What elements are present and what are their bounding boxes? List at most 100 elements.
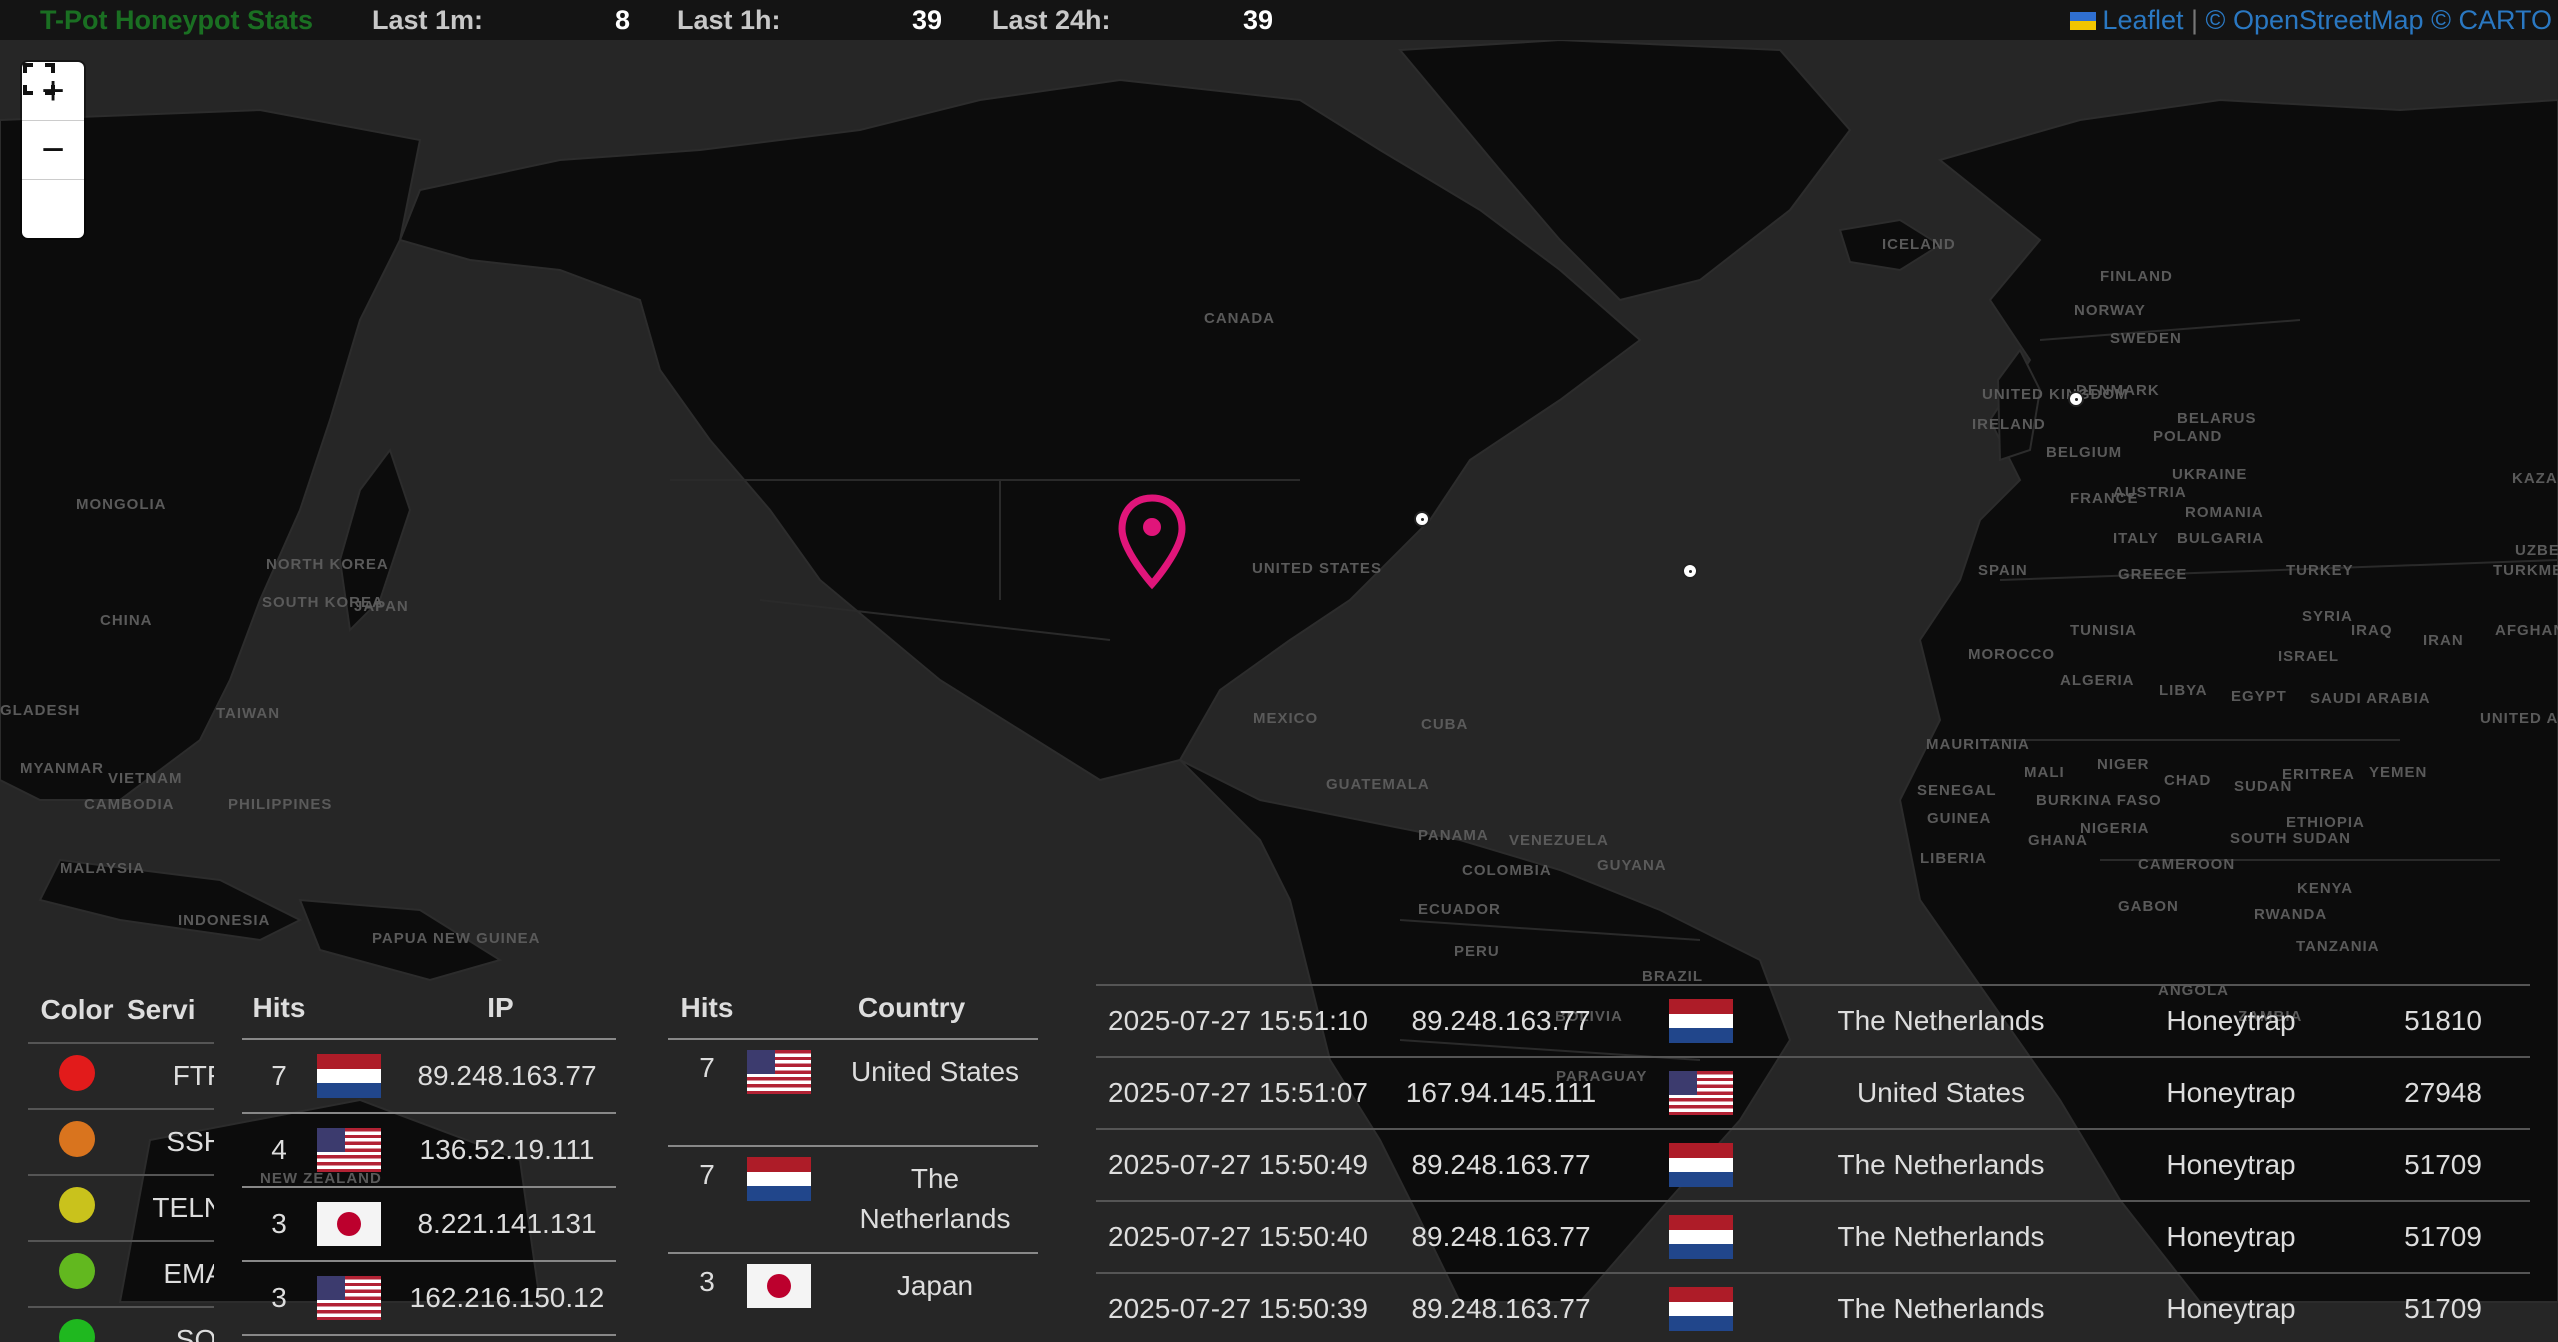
legend-color-header: Color bbox=[28, 978, 126, 1044]
map-place-label: CAMBODIA bbox=[84, 796, 175, 813]
legend-service-header: Servi bbox=[126, 978, 214, 1044]
feed-row[interactable]: 2025-07-27 15:50:39 89.248.163.77 The Neth… bbox=[1096, 1273, 2530, 1342]
top-ip-row[interactable]: 4 136.52.19.111 bbox=[242, 1113, 616, 1188]
netherlands-flag-icon bbox=[317, 1054, 381, 1098]
top-country-row[interactable]: 3 Japan bbox=[668, 1253, 1038, 1342]
top-country-row[interactable]: 7 The Netherlands bbox=[668, 1146, 1038, 1254]
fullscreen-button[interactable] bbox=[22, 63, 84, 238]
service-color-dot bbox=[59, 1120, 95, 1157]
top-ip-row[interactable]: 7 89.248.163.77 bbox=[242, 1039, 616, 1114]
usa-flag-icon bbox=[1669, 1071, 1733, 1115]
last-1m-value: 8 bbox=[614, 5, 630, 35]
top-country-row[interactable]: 7 United States bbox=[668, 1039, 1038, 1147]
usa-flag-icon bbox=[317, 1128, 381, 1172]
top-ip-row[interactable]: 3 8.221.141.131 bbox=[242, 1187, 616, 1262]
netherlands-flag-icon bbox=[1669, 1143, 1733, 1187]
country-name: Japan bbox=[832, 1253, 1038, 1342]
app-title: T-Pot Honeypot Stats bbox=[40, 5, 314, 35]
osm-link[interactable]: © OpenStreetMap bbox=[2206, 5, 2424, 35]
last-1h-value: 39 bbox=[911, 5, 942, 35]
country-name: United States bbox=[832, 1039, 1038, 1147]
live-attack-feed: 2025-07-27 15:51:10 89.248.163.77 The Neth… bbox=[1096, 984, 2530, 1342]
ip-hits: 4 bbox=[242, 1113, 316, 1188]
last-1h-label: Last 1h: bbox=[677, 5, 781, 35]
top-ips-panel: Hits IP 7 89.248.163.77 4 136.52.19.111 3 8.2… bbox=[242, 978, 616, 1342]
feed-port: 51709 bbox=[2356, 1273, 2530, 1342]
attack-origin-dot[interactable] bbox=[1414, 511, 1430, 527]
leaflet-link[interactable]: Leaflet bbox=[2102, 5, 2183, 35]
map-place-label: GREECE bbox=[2118, 566, 2188, 583]
feed-row[interactable]: 2025-07-27 15:50:40 89.248.163.77 The Neth… bbox=[1096, 1201, 2530, 1274]
stats-bar: T-Pot Honeypot Stats Last 1m: 8 Last 1h:… bbox=[0, 0, 2558, 40]
map-place-label: SPAIN bbox=[1978, 562, 2028, 579]
feed-timestamp: 2025-07-27 15:50:49 bbox=[1096, 1129, 1376, 1202]
map-place-label: SYRIA bbox=[2302, 608, 2353, 625]
country-hits: 7 bbox=[668, 1146, 746, 1254]
netherlands-flag-icon bbox=[1669, 1287, 1733, 1331]
map-place-label: SENEGAL bbox=[1917, 782, 1997, 799]
map-place-label: UKRAINE bbox=[2172, 466, 2248, 483]
map-place-label: BELGIUM bbox=[2046, 444, 2123, 461]
netherlands-flag-icon bbox=[1669, 1215, 1733, 1259]
fullscreen-icon bbox=[23, 63, 55, 95]
japan-flag-icon bbox=[317, 1202, 381, 1246]
honeypot-location-marker-icon[interactable] bbox=[1117, 494, 1187, 590]
map-place-label: MAURITANIA bbox=[1926, 736, 2030, 753]
map-place-label: INDONESIA bbox=[178, 912, 271, 929]
map-place-label: TURKEY bbox=[2286, 562, 2354, 579]
feed-row[interactable]: 2025-07-27 15:51:07 167.94.145.111 United … bbox=[1096, 1057, 2530, 1130]
map-place-label: MONGOLIA bbox=[76, 496, 167, 513]
feed-honeypot: Honeytrap bbox=[2106, 1057, 2356, 1130]
netherlands-flag-icon bbox=[1669, 999, 1733, 1043]
feed-timestamp: 2025-07-27 15:51:10 bbox=[1096, 984, 1376, 1058]
feed-port: 51709 bbox=[2356, 1129, 2530, 1202]
feed-ip: 167.94.145.111 bbox=[1376, 1057, 1626, 1130]
feed-timestamp: 2025-07-27 15:50:40 bbox=[1096, 1201, 1376, 1274]
countries-hits-header: Hits bbox=[668, 978, 746, 1040]
map-place-label: NORTH KOREA bbox=[266, 556, 389, 573]
attack-origin-dot[interactable] bbox=[2068, 391, 2084, 407]
map-place-label: AUSTRIA bbox=[2113, 484, 2187, 501]
feed-port: 27948 bbox=[2356, 1057, 2530, 1130]
map-place-label: ETHIOPIA bbox=[2286, 814, 2365, 831]
map-place-label: COLOMBIA bbox=[1462, 862, 1552, 879]
zoom-out-button[interactable]: − bbox=[22, 121, 84, 180]
map-place-label: PAPUA NEW GUINEA bbox=[372, 930, 541, 947]
carto-link[interactable]: © CARTO bbox=[2431, 5, 2552, 35]
map-place-label: SOUTH SUDAN bbox=[2230, 830, 2352, 847]
map-place-label: VENEZUELA bbox=[1509, 832, 1609, 849]
map-attribution: Leaflet | © OpenStreetMap © CARTO bbox=[2070, 5, 2552, 36]
map-place-label: ICELAND bbox=[1882, 236, 1956, 253]
map-place-label: NIGERIA bbox=[2080, 820, 2150, 837]
feed-country: United States bbox=[1776, 1057, 2106, 1130]
legend-service-label: TELN bbox=[126, 1175, 214, 1242]
map-place-label: CHAD bbox=[2164, 772, 2212, 789]
feed-row[interactable]: 2025-07-27 15:51:10 89.248.163.77 The Neth… bbox=[1096, 984, 2530, 1058]
feed-row[interactable]: 2025-07-27 15:50:49 89.248.163.77 The Neth… bbox=[1096, 1129, 2530, 1202]
map-place-label: VIETNAM bbox=[108, 770, 183, 787]
map-place-label: KENYA bbox=[2297, 880, 2354, 897]
map-place-label: CUBA bbox=[1421, 716, 1469, 733]
map-place-label: TAIWAN bbox=[216, 705, 281, 722]
map-place-label: EGYPT bbox=[2231, 688, 2287, 705]
map-zoom-controls: + − bbox=[22, 62, 84, 238]
map-place-label: SAUDI ARABIA bbox=[2310, 690, 2431, 707]
map-place-label: KAZAKH bbox=[2512, 470, 2558, 487]
ips-ip-header: IP bbox=[316, 978, 616, 1040]
feed-ip: 89.248.163.77 bbox=[1376, 984, 1626, 1058]
feed-ip: 89.248.163.77 bbox=[1376, 1129, 1626, 1202]
map-place-label: YEMEN bbox=[2369, 764, 2428, 781]
ip-address: 89.248.163.77 bbox=[398, 1039, 616, 1114]
legend-service-label: SQI bbox=[126, 1307, 214, 1342]
map-place-label: CHINA bbox=[100, 612, 153, 629]
map-place-label: UNITED KINGDOM bbox=[1982, 386, 2129, 403]
map-place-label: MOROCCO bbox=[1968, 646, 2055, 663]
japan-flag-icon bbox=[747, 1264, 811, 1308]
top-ip-row[interactable]: 3 162.216.150.12 bbox=[242, 1261, 616, 1336]
attack-origin-dot[interactable] bbox=[1682, 563, 1698, 579]
map-place-label: NORWAY bbox=[2074, 302, 2146, 319]
map-place-label: CAMEROON bbox=[2138, 856, 2236, 873]
feed-honeypot: Honeytrap bbox=[2106, 984, 2356, 1058]
feed-timestamp: 2025-07-27 15:50:39 bbox=[1096, 1273, 1376, 1342]
map-place-label: MYANMAR bbox=[20, 760, 104, 777]
